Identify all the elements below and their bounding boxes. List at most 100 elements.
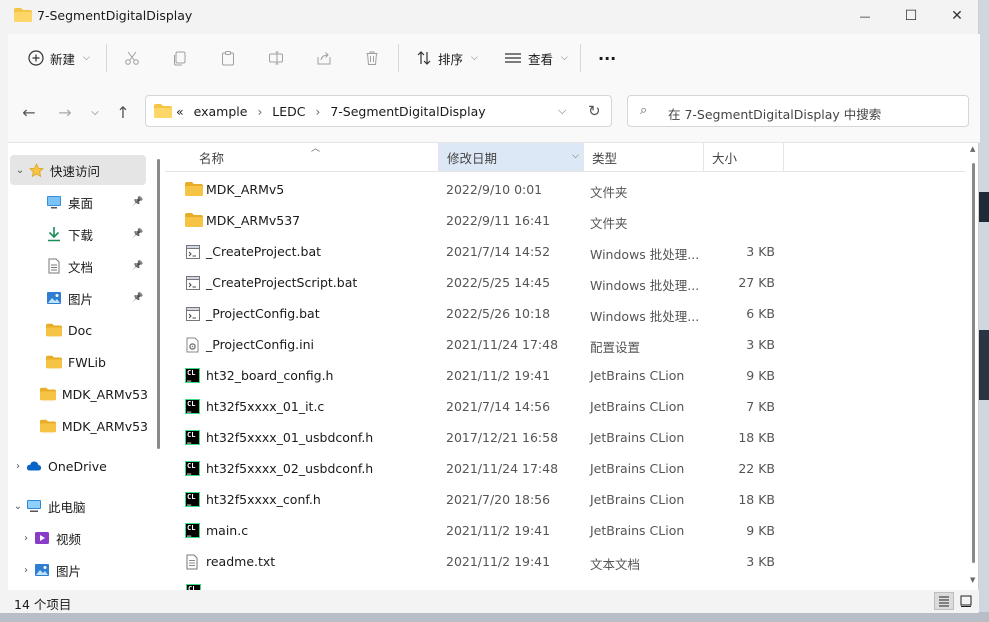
sidebar-item[interactable]: 文档 📌: [8, 251, 148, 281]
navigation-scrollbar[interactable]: [156, 143, 162, 590]
file-explorer-window: 7-SegmentDigitalDisplay — ☐ ✕ 新建 ⌵ 排序 ⌵ …: [0, 0, 980, 613]
sidebar-item[interactable]: Doc: [8, 315, 148, 345]
sort-button[interactable]: 排序 ⌵: [416, 44, 478, 72]
sidebar-item[interactable]: 图片 📌: [8, 283, 148, 313]
breadcrumb-item[interactable]: LEDC: [272, 104, 305, 119]
minimize-button[interactable]: —: [842, 0, 888, 32]
refresh-icon[interactable]: ↻: [588, 102, 601, 120]
sidebar-item[interactable]: › OneDrive: [8, 451, 148, 481]
sidebar-item[interactable]: › 视频: [8, 523, 148, 553]
table-row[interactable]: CL – main.c 2021/11/2 19:41 JetBrains CLion 9…: [165, 515, 965, 546]
forward-button[interactable]: →: [52, 100, 78, 124]
breadcrumb-overflow[interactable]: «: [176, 104, 184, 119]
sidebar-item[interactable]: MDK_ARMv53: [8, 411, 148, 441]
toolbar-divider: [580, 44, 581, 72]
file-type: 配置设置: [590, 340, 641, 355]
chevron-right-icon[interactable]: ›: [18, 565, 34, 576]
file-date-modified: 2017/12/21 16:58: [446, 430, 559, 445]
sidebar-item[interactable]: MDK_ARMv53: [8, 379, 148, 409]
chevron-down-icon[interactable]: ⌄: [12, 165, 28, 176]
chevron-down-icon: ⌵: [561, 53, 568, 63]
file-date-modified: 2022/5/26 10:18: [446, 306, 551, 321]
sidebar-item[interactable]: FWLib: [8, 347, 148, 377]
sidebar-item-label: 下载: [68, 227, 94, 243]
search-box[interactable]: ⌕ 在 7-SegmentDigitalDisplay 中搜索: [627, 95, 969, 127]
table-row[interactable]: _CreateProject.bat 2021/7/14 14:52 Windows…: [165, 236, 965, 267]
file-type: JetBrains CLion: [590, 368, 685, 383]
column-name[interactable]: 名称: [191, 143, 439, 171]
scroll-up-icon[interactable]: ▲: [970, 145, 975, 153]
address-history-dropdown[interactable]: ⌵: [558, 104, 566, 118]
chevron-right-icon[interactable]: ›: [18, 533, 34, 544]
desktop-background: [979, 0, 989, 622]
file-name: MDK_ARMv5: [206, 182, 285, 197]
back-button[interactable]: ←: [16, 100, 42, 124]
clion-icon: CL–: [185, 368, 203, 385]
delete-button[interactable]: [364, 44, 380, 72]
table-row[interactable]: CL – ht32f5xxxx_01_usbdconf.h 2017/12/21 16…: [165, 422, 965, 453]
scrollbar-thumb[interactable]: [157, 159, 160, 449]
chevron-right-icon[interactable]: ›: [10, 461, 26, 472]
file-list-scrollbar[interactable]: ▲ ▼: [969, 143, 978, 590]
breadcrumb-item[interactable]: 7-SegmentDigitalDisplay: [330, 104, 485, 119]
cut-button[interactable]: [124, 44, 140, 72]
table-row[interactable]: _ProjectConfig.bat 2022/5/26 10:18 Windows…: [165, 298, 965, 329]
sidebar-item-label: MDK_ARMv53: [61, 418, 148, 434]
chevron-right-icon[interactable]: ›: [257, 105, 262, 119]
share-button[interactable]: [316, 44, 332, 72]
chevron-down-icon[interactable]: ⌵: [572, 151, 579, 161]
table-row[interactable]: CL – ht32_board_config.h 2021/11/2 19:41 Jet…: [165, 360, 965, 391]
sidebar-item[interactable]: › 图片: [8, 555, 148, 585]
table-row[interactable]: readme.txt 2021/11/2 19:41 文本文档 3 KB: [165, 546, 965, 577]
cloud-icon: [26, 458, 42, 474]
more-options-button[interactable]: ···: [598, 44, 616, 72]
breadcrumb: « example › LEDC › 7-SegmentDigitalDispl…: [176, 104, 486, 119]
file-name: ht32f5xxxx_01_usbdconf.h: [206, 430, 374, 445]
minimize-icon: —: [859, 9, 871, 23]
table-row[interactable]: _ProjectConfig.ini 2021/11/24 17:48 配置设置 3 …: [165, 329, 965, 360]
paste-button[interactable]: [220, 44, 236, 72]
file-date-modified: 2021/11/2 19:41: [446, 554, 551, 569]
sidebar-item[interactable]: ⌄ 快速访问: [10, 155, 146, 185]
new-button[interactable]: 新建 ⌵: [28, 44, 90, 72]
table-row[interactable]: CL – ht32f5xxxx_01_it.c 2021/7/14 14:56 JetB…: [165, 391, 965, 422]
desktop-icon: [46, 194, 62, 210]
scroll-down-icon[interactable]: ▼: [970, 576, 975, 584]
sidebar-item[interactable]: ⌄ 此电脑: [8, 491, 148, 521]
table-row[interactable]: CL – ht32f5xxxx_conf.h 2021/7/20 18:56 JetBr…: [165, 484, 965, 515]
rename-button[interactable]: [268, 44, 284, 72]
details-view-button[interactable]: [934, 592, 954, 610]
table-row[interactable]: _CreateProjectScript.bat 2022/5/25 14:45 W…: [165, 267, 965, 298]
breadcrumb-item[interactable]: example: [194, 104, 248, 119]
column-size[interactable]: 大小: [704, 143, 784, 171]
chevron-down-icon[interactable]: ⌄: [10, 501, 26, 512]
title-bar[interactable]: 7-SegmentDigitalDisplay — ☐ ✕: [0, 0, 979, 32]
table-row-partial[interactable]: CL–: [165, 576, 965, 590]
recent-locations-button[interactable]: ⌵: [82, 100, 108, 124]
view-button[interactable]: 查看 ⌵: [504, 44, 568, 72]
file-date-modified: 2021/11/2 19:41: [446, 523, 551, 538]
address-bar[interactable]: « example › LEDC › 7-SegmentDigitalDispl…: [145, 95, 612, 127]
toolbar-divider: [398, 44, 399, 72]
arrow-right-icon: →: [58, 102, 72, 122]
copy-button[interactable]: [172, 44, 188, 72]
plus-circle-icon: [28, 50, 44, 66]
table-row[interactable]: MDK_ARMv5 2022/9/10 0:01 文件夹: [165, 174, 965, 205]
file-size: 27 KB: [738, 275, 775, 290]
thumbnail-view-button[interactable]: [956, 592, 976, 610]
file-list: ︿ 名称 修改日期 ⌵ 类型 大小 MDK_ARMv5 2022/9/10 0:01…: [165, 143, 965, 590]
column-date-modified[interactable]: 修改日期 ⌵: [439, 143, 584, 171]
video-icon: [34, 530, 50, 546]
column-type[interactable]: 类型: [584, 143, 704, 171]
table-row[interactable]: CL – ht32f5xxxx_02_usbdconf.h 2021/11/24 17…: [165, 453, 965, 484]
sidebar-item[interactable]: 桌面 📌: [8, 187, 148, 217]
up-button[interactable]: ↑: [110, 100, 136, 124]
table-row[interactable]: MDK_ARMv537 2022/9/11 16:41 文件夹: [165, 205, 965, 236]
chevron-right-icon[interactable]: ›: [316, 105, 321, 119]
config-file-icon: [185, 337, 203, 353]
batch-file-icon: [185, 244, 203, 260]
maximize-button[interactable]: ☐: [888, 0, 934, 32]
close-button[interactable]: ✕: [934, 0, 980, 32]
scrollbar-thumb[interactable]: [972, 163, 975, 563]
sidebar-item[interactable]: 下载 📌: [8, 219, 148, 249]
